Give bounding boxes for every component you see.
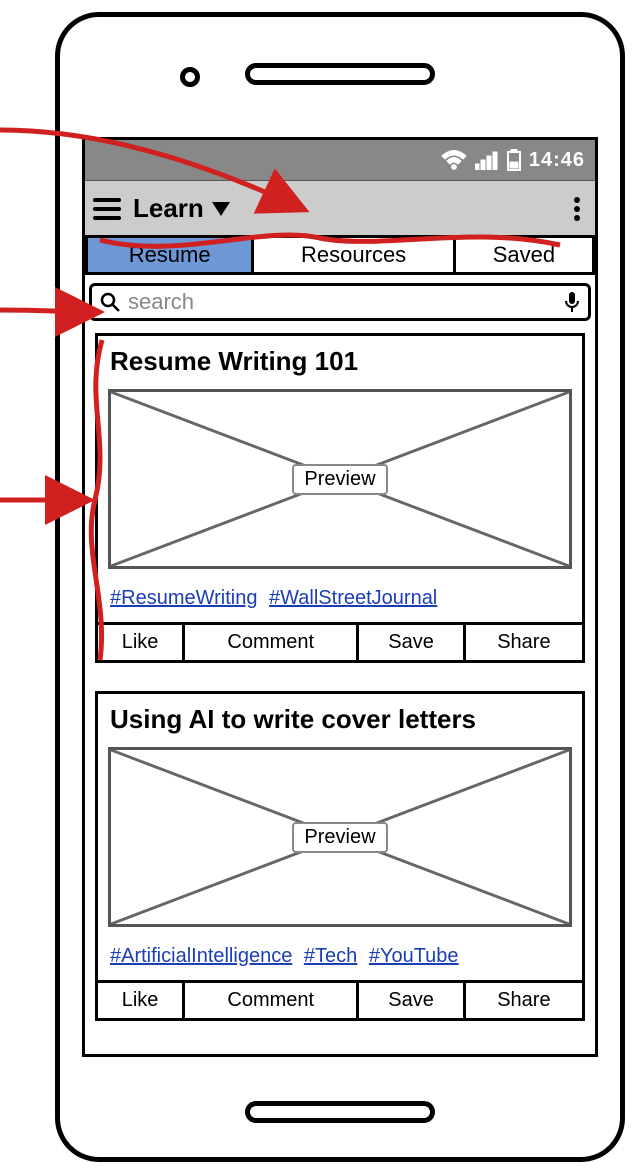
tab-saved[interactable]: Saved [456, 238, 592, 272]
card-hashtags: #ArtificialIntelligence #Tech #YouTube [98, 937, 582, 980]
signal-icon [475, 150, 499, 170]
preview-button[interactable]: Preview [292, 822, 387, 853]
phone-camera [180, 67, 200, 87]
hashtag-link[interactable]: #ResumeWriting [110, 587, 257, 609]
app-title-label: Learn [133, 193, 204, 224]
battery-icon [507, 149, 521, 171]
search-bar[interactable] [89, 283, 591, 321]
comment-button[interactable]: Comment [185, 983, 359, 1018]
microphone-icon[interactable] [564, 291, 580, 313]
search-icon [100, 292, 120, 312]
search-input[interactable] [128, 289, 556, 315]
hashtag-link[interactable]: #ArtificialIntelligence [110, 945, 292, 967]
wifi-icon [441, 150, 467, 170]
screen: 14:46 Learn Resume Resources Saved Resum… [82, 137, 598, 1057]
card-title: Resume Writing 101 [98, 336, 582, 389]
card-title: Using AI to write cover letters [98, 694, 582, 747]
feed: Resume Writing 101 Preview #ResumeWritin… [85, 329, 595, 1053]
status-bar: 14:46 [85, 140, 595, 180]
tab-bar: Resume Resources Saved [85, 235, 595, 275]
card-thumbnail: Preview [108, 389, 572, 569]
card-actions: Like Comment Save Share [98, 622, 582, 660]
chevron-down-icon [212, 202, 230, 216]
phone-speaker-top [245, 63, 435, 85]
feed-card: Using AI to write cover letters Preview … [95, 691, 585, 1021]
card-thumbnail: Preview [108, 747, 572, 927]
feed-card: Resume Writing 101 Preview #ResumeWritin… [95, 333, 585, 663]
like-button[interactable]: Like [98, 983, 185, 1018]
share-button[interactable]: Share [466, 625, 582, 660]
share-button[interactable]: Share [466, 983, 582, 1018]
phone-speaker-bottom [245, 1101, 435, 1123]
card-hashtags: #ResumeWriting #WallStreetJournal [98, 579, 582, 622]
tab-resources[interactable]: Resources [254, 238, 456, 272]
preview-button[interactable]: Preview [292, 464, 387, 495]
app-title-dropdown[interactable]: Learn [133, 193, 230, 224]
card-actions: Like Comment Save Share [98, 980, 582, 1018]
tab-resume[interactable]: Resume [88, 238, 254, 272]
hashtag-link[interactable]: #Tech [304, 945, 357, 967]
comment-button[interactable]: Comment [185, 625, 359, 660]
overflow-menu-icon[interactable] [567, 191, 587, 227]
status-time: 14:46 [529, 149, 585, 172]
like-button[interactable]: Like [98, 625, 185, 660]
phone-frame: 14:46 Learn Resume Resources Saved Resum… [55, 12, 625, 1162]
save-button[interactable]: Save [359, 983, 465, 1018]
menu-icon[interactable] [93, 198, 121, 220]
save-button[interactable]: Save [359, 625, 465, 660]
hashtag-link[interactable]: #WallStreetJournal [269, 587, 437, 609]
hashtag-link[interactable]: #YouTube [369, 945, 459, 967]
app-bar: Learn [85, 180, 595, 236]
